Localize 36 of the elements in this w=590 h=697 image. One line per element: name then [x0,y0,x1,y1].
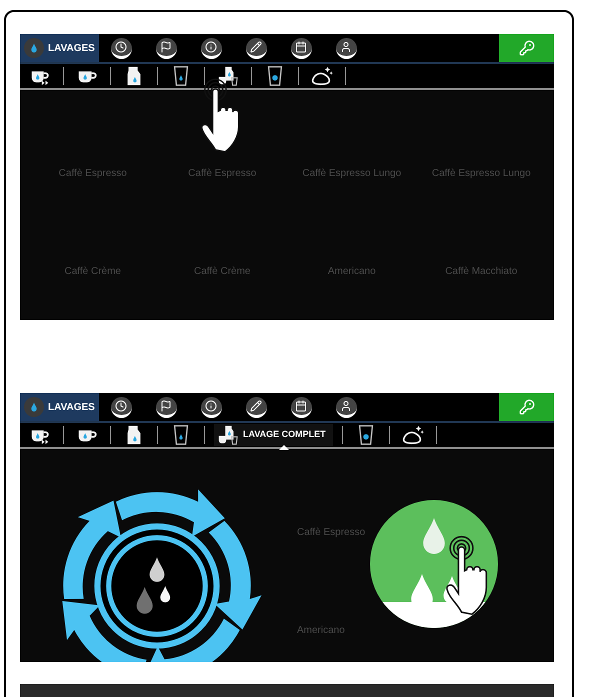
drink-label: Caffè Espresso Lungo [432,167,531,181]
flag-icon[interactable] [156,396,177,418]
calendar-icon[interactable] [290,38,312,58]
drops-icon [136,557,170,614]
drink-label: Caffè Espresso Lungo [302,167,402,181]
drop-icon [24,397,44,417]
clock-icon[interactable] [110,38,132,58]
drink-label: Caffè Crème [64,265,121,279]
drop-icon [24,38,44,58]
drink-label: Caffè Crème [194,265,250,279]
carton-cup-icon [217,424,239,446]
info-icon[interactable] [200,396,222,418]
sponge-sparkle-icon [311,65,333,87]
flag-icon[interactable] [156,38,177,58]
drink-label: Americano [328,265,376,279]
drink-label: Caffè Espresso [58,167,127,181]
person-icon[interactable] [336,38,357,58]
pencil-icon[interactable] [246,396,267,418]
clock-icon[interactable] [110,396,132,418]
lavages-tab[interactable]: LAVAGES [20,34,99,62]
calendar-icon[interactable] [290,396,312,418]
lavages-tab[interactable]: LAVAGES [20,393,99,421]
key-icon [518,40,534,56]
drink-label: Caffè Macchiato [445,265,518,279]
carton-cup-icon [217,65,239,87]
person-icon[interactable] [336,396,357,418]
drink-label: Caffè Espresso [297,526,366,540]
key-icon [518,399,534,415]
caret-icon [279,445,290,450]
key-button[interactable] [499,34,554,62]
sponge-sparkle-icon [402,424,424,446]
pencil-icon[interactable] [246,38,267,58]
drink-label: Americano [297,624,345,638]
info-icon[interactable] [200,38,222,58]
key-button[interactable] [499,393,554,421]
drink-label: Caffè Espresso [188,167,256,181]
